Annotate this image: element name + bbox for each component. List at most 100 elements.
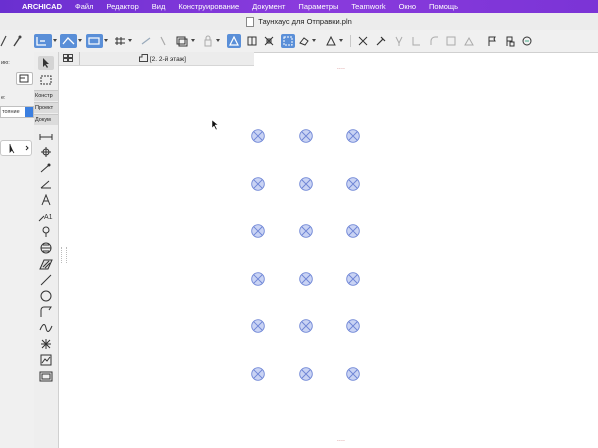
menu-options[interactable]: Параметры (298, 2, 338, 11)
tab-floor-plan[interactable]: [2. 2-й этаж] (139, 54, 186, 63)
section-marker-tool-icon[interactable] (38, 225, 54, 239)
menu-view[interactable]: Вид (152, 2, 166, 11)
dropdown-arrow-icon[interactable] (25, 107, 33, 117)
status-dropdown[interactable]: тояние (0, 106, 34, 118)
tab-floor-plan-label: [2. 2-й этаж] (149, 56, 186, 63)
window-title: Таунхаус для Отправки.pln (258, 17, 352, 26)
column-symbol[interactable] (298, 271, 313, 286)
menu-document[interactable]: Документ (252, 2, 285, 11)
column-symbol[interactable] (298, 129, 313, 143)
figure-tool-icon[interactable] (38, 353, 54, 367)
column-symbol[interactable] (346, 129, 360, 143)
chevron-down-icon[interactable] (78, 39, 82, 42)
column-symbol[interactable] (298, 224, 313, 238)
arrow-mode-selector[interactable] (0, 140, 32, 156)
fit-window-icon[interactable] (263, 34, 275, 48)
chevron-down-icon[interactable] (104, 39, 108, 42)
offset-icon[interactable] (445, 34, 457, 48)
menu-edit[interactable]: Редактор (106, 2, 138, 11)
column-symbol[interactable] (346, 224, 360, 238)
column-symbol[interactable] (346, 176, 360, 191)
suspend-groups-button[interactable] (227, 34, 241, 48)
grid-icon[interactable] (114, 34, 126, 48)
column-symbol[interactable] (251, 176, 265, 191)
menu-design[interactable]: Конструирование (178, 2, 239, 11)
line-tool-icon[interactable] (38, 273, 54, 287)
menu-window[interactable]: Окно (399, 2, 416, 11)
arrow-tool-icon[interactable] (38, 56, 54, 70)
pen-set-button[interactable] (86, 34, 103, 48)
mouse-cursor-icon (211, 119, 219, 131)
toolbox-group-document[interactable]: Докум (34, 114, 58, 125)
menu-app-name[interactable]: ARCHICAD (22, 2, 62, 11)
trace-icon[interactable] (175, 34, 189, 48)
view-options-button[interactable] (60, 34, 77, 48)
column-symbol[interactable] (251, 366, 265, 381)
document-icon (246, 16, 255, 27)
radial-dimension-tool-icon[interactable] (38, 161, 54, 175)
renovation-icon[interactable] (521, 34, 533, 48)
column-symbol[interactable] (251, 224, 265, 238)
flag-icon[interactable] (486, 34, 498, 48)
toolbox-group-design[interactable]: Констр (34, 90, 58, 101)
cursor-snap-icon[interactable] (158, 34, 168, 48)
column-symbol[interactable] (251, 271, 265, 286)
chevron-down-icon[interactable] (128, 39, 132, 42)
chevron-down-icon[interactable] (216, 39, 220, 42)
column-symbol[interactable] (298, 319, 313, 333)
pen-tool-icon[interactable] (0, 34, 8, 48)
toolbox: Констр Проект Докум A1 (34, 52, 59, 448)
chevron-down-icon[interactable] (191, 39, 195, 42)
info-label-top: ию: (1, 60, 10, 66)
chevron-down-icon[interactable] (312, 39, 316, 42)
column-symbol[interactable] (251, 319, 265, 333)
level-dimension-tool-icon[interactable] (38, 145, 54, 159)
fillet-icon[interactable] (428, 34, 440, 48)
dimension-tool-icon[interactable] (38, 129, 54, 143)
floor-plan-canvas[interactable]: - - - - - - - - (59, 66, 598, 448)
flag-grid-icon[interactable] (504, 34, 516, 48)
fill-icon[interactable] (325, 34, 337, 48)
column-symbol[interactable] (346, 366, 360, 381)
floor-plan-button[interactable] (16, 72, 33, 85)
column-symbol[interactable] (298, 176, 313, 191)
explode-icon[interactable] (463, 34, 475, 48)
magic-wand-button[interactable] (281, 34, 295, 48)
column-symbol[interactable] (251, 129, 265, 143)
polyline-tool-icon[interactable] (38, 305, 54, 319)
toolbar-separator (350, 35, 351, 47)
chevron-down-icon[interactable] (53, 39, 57, 42)
shape-icon[interactable] (298, 34, 310, 48)
menu-teamwork[interactable]: Teamwork (351, 2, 385, 11)
main-toolbar (0, 30, 598, 53)
column-symbol[interactable] (346, 319, 360, 333)
label-tool-icon[interactable]: A1 (38, 209, 54, 223)
eyedropper-icon[interactable] (12, 34, 22, 48)
menu-file[interactable]: Файл (75, 2, 93, 11)
column-symbol[interactable] (346, 271, 360, 286)
fill-tool-icon[interactable] (38, 257, 54, 271)
split-icon[interactable] (357, 34, 369, 48)
tab-overview-icon[interactable] (63, 54, 73, 62)
snap-line-icon[interactable] (140, 34, 152, 48)
hotspot-tool-icon[interactable] (38, 337, 54, 351)
angle-dimension-tool-icon[interactable] (38, 177, 54, 191)
lock-icon[interactable] (202, 34, 214, 48)
layout-icon[interactable] (246, 34, 258, 48)
drawing-tool-icon[interactable] (38, 369, 54, 383)
text-tool-icon[interactable] (38, 193, 54, 207)
layer-combo-button[interactable] (34, 34, 52, 48)
floor-plan-icon (139, 54, 148, 62)
spline-tool-icon[interactable] (38, 321, 54, 335)
intersect-icon[interactable] (393, 34, 405, 48)
trim-icon[interactable] (410, 34, 422, 48)
circle-tool-icon[interactable] (38, 289, 54, 303)
chevron-down-icon[interactable] (339, 39, 343, 42)
toolbox-group-project[interactable]: Проект (34, 102, 58, 113)
adjust-icon[interactable] (375, 34, 387, 48)
menu-help[interactable]: Помощь (429, 2, 458, 11)
zone-tool-icon[interactable] (38, 241, 54, 255)
column-symbol[interactable] (298, 366, 313, 381)
marquee-tool-icon[interactable] (38, 73, 54, 87)
splitter-handle[interactable] (61, 247, 67, 263)
